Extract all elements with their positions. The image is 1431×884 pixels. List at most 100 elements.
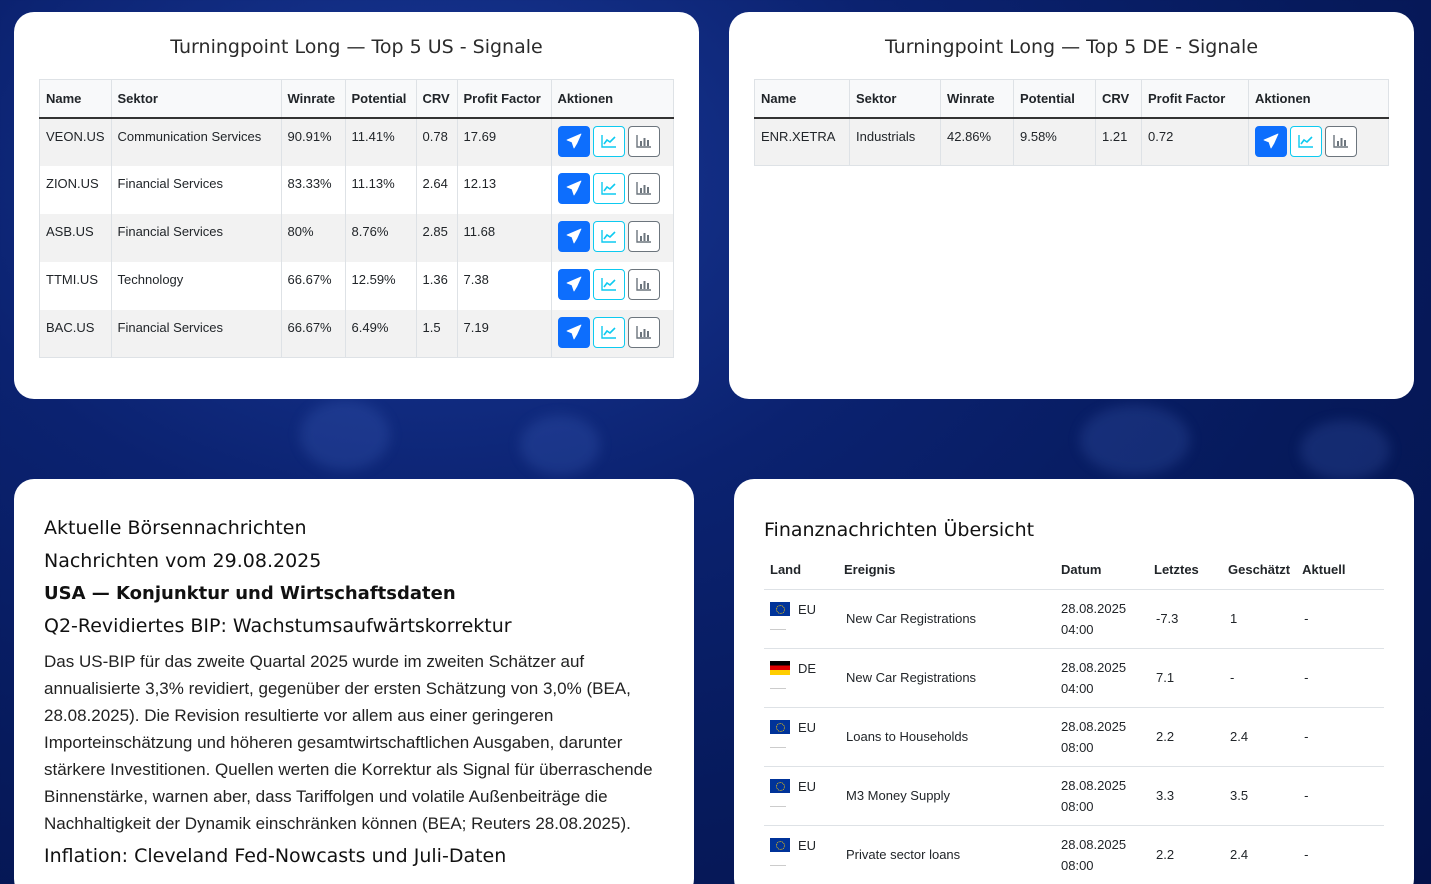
col-winrate: Winrate <box>940 79 1014 119</box>
land-code: EU <box>798 601 817 617</box>
event-date: 28.08.2025 <box>1061 718 1127 734</box>
chart-button[interactable] <box>592 316 625 348</box>
stats-button[interactable] <box>627 172 660 204</box>
table-row: BAC.US Financial Services 66.67% 6.49% 1.5 7.… <box>39 309 675 358</box>
table-row: ZION.US Financial Services 83.33% 11.13% 2.6… <box>39 165 675 214</box>
table-row: EU M3 Money Supply 28.08.2025 08:00 3.3 3.5- <box>764 766 1384 826</box>
de-card-title: Turningpoint Long — Top 5 DE - Signale <box>884 36 1259 58</box>
cell-winrate: 66.67% <box>281 309 346 358</box>
telegram-button[interactable] <box>557 220 590 252</box>
col-aktionen: Aktionen <box>551 79 675 119</box>
cell-winrate: 83.33% <box>281 165 346 214</box>
col-aktionen: Aktionen <box>1248 79 1389 119</box>
telegram-icon <box>566 180 582 196</box>
event-time: 08:00 <box>1061 857 1094 873</box>
cell-crv: 2.64 <box>416 165 458 214</box>
telegram-icon <box>1263 133 1279 149</box>
col-geschaetzt: Geschätzt <box>1222 551 1297 590</box>
telegram-icon <box>566 324 582 340</box>
chart-line-icon <box>600 229 617 243</box>
cell-estimate: 3.5 <box>1222 766 1297 826</box>
chart-button[interactable] <box>592 268 625 300</box>
cell-last: 2.2 <box>1148 707 1222 767</box>
cell-date: 28.08.2025 04:00 <box>1055 589 1148 649</box>
cell-profit-factor: 7.38 <box>457 261 552 310</box>
bar-chart-icon <box>635 181 652 195</box>
cell-winrate: 80% <box>281 213 346 262</box>
table-row: TTMI.US Technology 66.67% 12.59% 1.36 7.38 <box>39 261 675 310</box>
cell-date: 28.08.2025 08:00 <box>1055 707 1148 767</box>
bar-chart-icon <box>635 229 652 243</box>
chart-line-icon <box>1298 134 1314 148</box>
cell-name: TTMI.US <box>39 261 112 310</box>
cell-crv: 1.36 <box>416 261 458 310</box>
cell-name: ZION.US <box>39 165 112 214</box>
cell-name: ASB.US <box>39 213 112 262</box>
cell-potential: 11.41% <box>345 117 417 166</box>
land-code: EU <box>798 778 817 794</box>
col-crv: CRV <box>416 79 458 119</box>
cell-event: New Car Registrations <box>838 589 1055 649</box>
stats-button[interactable] <box>627 125 660 157</box>
finance-events-table: Land Ereignis Datum Letztes Geschätzt Ak… <box>764 551 1384 884</box>
cell-actions <box>551 165 675 214</box>
cell-actual: - <box>1296 766 1384 826</box>
cell-crv: 0.78 <box>416 117 458 166</box>
cell-actions <box>551 309 675 358</box>
telegram-button[interactable] <box>557 172 590 204</box>
cell-actual: - <box>1296 589 1384 649</box>
col-sektor: Sektor <box>111 79 282 119</box>
cell-name: ENR.XETRA <box>754 117 850 166</box>
chart-button[interactable] <box>592 220 625 252</box>
cell-land: EU <box>764 825 838 884</box>
cell-actual: - <box>1296 825 1384 884</box>
telegram-button[interactable] <box>557 268 590 300</box>
cell-land: DE <box>764 648 838 708</box>
finance-card-title: Finanznachrichten Übersicht <box>764 519 1035 541</box>
col-ereignis: Ereignis <box>838 551 1055 590</box>
cell-estimate: 2.4 <box>1222 825 1297 884</box>
us-card-title: Turningpoint Long — Top 5 US - Signale <box>170 36 543 58</box>
col-letztes: Letztes <box>1148 551 1222 590</box>
table-row: EU Loans to Households 28.08.2025 08:00 2.2 2… <box>764 707 1384 767</box>
table-row: VEON.US Communication Services 90.91% 11.41… <box>39 117 675 166</box>
cell-name: BAC.US <box>39 309 112 358</box>
us-signals-table: Name Sektor Winrate Potential CRV Profit… <box>39 79 675 358</box>
stats-button[interactable] <box>627 316 660 348</box>
col-crv: CRV <box>1095 79 1142 119</box>
telegram-button[interactable] <box>1255 125 1287 157</box>
news-subheading: Inflation: Cleveland Fed-Nowcasts und Ju… <box>44 845 507 867</box>
telegram-icon <box>566 228 582 244</box>
cell-date: 28.08.2025 04:00 <box>1055 648 1148 708</box>
stats-button[interactable] <box>1325 125 1357 157</box>
cell-profit-factor: 0.72 <box>1141 117 1249 166</box>
news-content: Aktuelle Börsennachrichten Nachrichten v… <box>44 517 664 878</box>
col-profit-factor: Profit Factor <box>1141 79 1249 119</box>
col-potential: Potential <box>345 79 417 119</box>
event-time: 04:00 <box>1061 680 1094 696</box>
eu-flag-icon <box>770 837 790 852</box>
stats-button[interactable] <box>627 220 660 252</box>
cell-profit-factor: 7.19 <box>457 309 552 358</box>
table-row: DE New Car Registrations 28.08.2025 04:00 7.… <box>764 648 1384 708</box>
event-date: 28.08.2025 <box>1061 600 1127 616</box>
cell-sector: Financial Services <box>111 213 282 262</box>
eu-flag-icon <box>770 601 790 616</box>
chart-button[interactable] <box>592 172 625 204</box>
chart-button[interactable] <box>592 125 625 157</box>
telegram-button[interactable] <box>557 316 590 348</box>
cell-sector: Technology <box>111 261 282 310</box>
telegram-button[interactable] <box>557 125 590 157</box>
cell-last: 2.2 <box>1148 825 1222 884</box>
bar-chart-icon <box>1333 134 1349 148</box>
cell-land: EU <box>764 766 838 826</box>
stats-button[interactable] <box>627 268 660 300</box>
table-row: EU New Car Registrations 28.08.2025 04:00 -7… <box>764 589 1384 649</box>
de-signals-card: Turningpoint Long — Top 5 DE - Signale N… <box>729 12 1414 399</box>
cell-land: EU <box>764 707 838 767</box>
telegram-icon <box>566 276 582 292</box>
cell-potential: 6.49% <box>345 309 417 358</box>
chart-button[interactable] <box>1290 125 1322 157</box>
cell-profit-factor: 11.68 <box>457 213 552 262</box>
col-winrate: Winrate <box>281 79 346 119</box>
